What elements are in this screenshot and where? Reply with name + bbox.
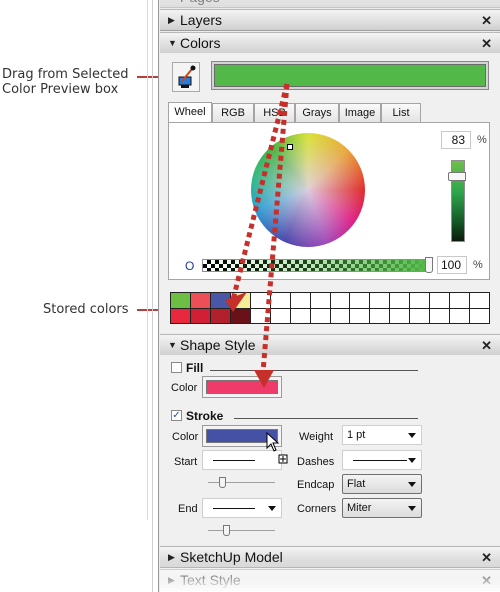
drag-cursor-icon xyxy=(266,432,288,464)
drag-arrow-annotations xyxy=(225,83,290,388)
drag-path-to-fill xyxy=(260,83,290,373)
arrowhead-fill xyxy=(254,370,274,388)
